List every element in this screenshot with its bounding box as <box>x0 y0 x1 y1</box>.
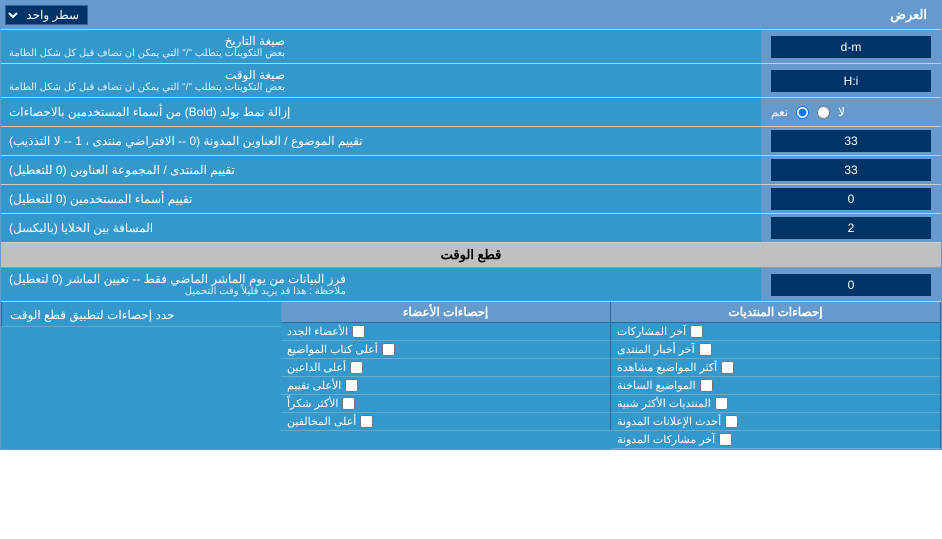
cut-input[interactable] <box>771 274 931 296</box>
list-item: الأعضاء الجدد <box>281 323 611 341</box>
checkbox-col1-3[interactable] <box>345 379 358 392</box>
users-order-row: تقييم أسماء المستخدمين (0 للتعطيل) <box>1 185 941 214</box>
radio-no-label: لا <box>838 105 845 119</box>
topics-order-label: تقييم الموضوع / العناوين المدونة (0 -- ا… <box>1 127 761 155</box>
stats-label-cell: حدد إحصاءات لتطبيق قطع الوقت <box>1 302 281 327</box>
forum-order-input-cell <box>761 156 941 184</box>
space-between-input[interactable] <box>771 217 931 239</box>
time-format-input[interactable] <box>771 70 931 92</box>
radio-yes[interactable] <box>796 106 809 119</box>
topics-order-input[interactable] <box>771 130 931 152</box>
topics-order-row: تقييم الموضوع / العناوين المدونة (0 -- ا… <box>1 127 941 156</box>
bold-remove-row: إزالة نمط بولد (Bold) من أسماء المستخدمي… <box>1 98 941 127</box>
space-between-label: المسافة بين الخلايا (بالبكسل) <box>1 214 761 242</box>
list-item: أكثر المواضيع مشاهدة <box>611 359 941 377</box>
space-between-input-cell <box>761 214 941 242</box>
checkbox-col0-5[interactable] <box>725 415 738 428</box>
checkbox-col0-6[interactable] <box>719 433 732 446</box>
radio-no[interactable] <box>817 106 830 119</box>
date-format-input-cell <box>761 30 941 63</box>
cut-label: فرز البيانات من يوم الماشر الماضي فقط --… <box>1 268 761 301</box>
radio-yes-label: نعم <box>771 105 788 119</box>
date-format-input[interactable] <box>771 36 931 58</box>
checkboxes-columns: إحصاءات المنتديات آخر المشاركات آخر أخبا… <box>281 302 941 449</box>
list-item: المواضيع الساخنة <box>611 377 941 395</box>
list-item: الأعلى تقييم <box>281 377 611 395</box>
checkboxes-area: حدد إحصاءات لتطبيق قطع الوقت إحصاءات الم… <box>1 302 941 449</box>
users-order-label: تقييم أسماء المستخدمين (0 للتعطيل) <box>1 185 761 213</box>
time-format-row: صيغة الوقت بعض التكوينات يتطلب "/" التي … <box>1 64 941 98</box>
bold-remove-label: إزالة نمط بولد (Bold) من أسماء المستخدمي… <box>1 98 761 126</box>
main-container: العرض سطر واحد سطرين صيغة التاريخ بعض ال… <box>0 0 942 450</box>
single-line-select[interactable]: سطر واحد سطرين <box>5 5 88 25</box>
checkbox-col0-4[interactable] <box>715 397 728 410</box>
list-item: أعلى الداعين <box>281 359 611 377</box>
date-format-label: صيغة التاريخ بعض التكوينات يتطلب "/" الت… <box>1 30 761 63</box>
cut-section-header: قطع الوقت <box>1 243 941 268</box>
topics-order-input-cell <box>761 127 941 155</box>
forum-order-input[interactable] <box>771 159 931 181</box>
checkbox-col1-1[interactable] <box>382 343 395 356</box>
list-item: المنتديات الأكثر شبية <box>611 395 941 413</box>
cut-input-cell <box>761 268 941 301</box>
list-item: أعلى المخالفين <box>281 413 611 431</box>
time-format-label: صيغة الوقت بعض التكوينات يتطلب "/" التي … <box>1 64 761 97</box>
checkbox-col-0: إحصاءات المنتديات آخر المشاركات آخر أخبا… <box>611 302 941 449</box>
list-item: آخر أخبار المنتدى <box>611 341 941 359</box>
list-item: آخر مشاركات المدونة <box>611 431 941 449</box>
stats-label: حدد إحصاءات لتطبيق قطع الوقت <box>10 308 175 322</box>
list-item: الأكثر شكراً <box>281 395 611 413</box>
cut-row: فرز البيانات من يوم الماشر الماضي فقط --… <box>1 268 941 302</box>
space-between-row: المسافة بين الخلايا (بالبكسل) <box>1 214 941 243</box>
checkbox-col1-4[interactable] <box>342 397 355 410</box>
page-title: العرض <box>94 7 937 23</box>
checkbox-col1-5[interactable] <box>360 415 373 428</box>
list-item: أحدث الإعلانات المدونة <box>611 413 941 431</box>
checkbox-col0-2[interactable] <box>721 361 734 374</box>
forum-order-label: تقييم المنتدى / المجموعة العناوين (0 للت… <box>1 156 761 184</box>
checkbox-col0-0[interactable] <box>690 325 703 338</box>
bold-remove-radio-cell: لا نعم <box>761 98 941 126</box>
header-row: العرض سطر واحد سطرين <box>1 1 941 30</box>
date-format-row: صيغة التاريخ بعض التكوينات يتطلب "/" الت… <box>1 30 941 64</box>
checkbox-col1-0[interactable] <box>352 325 365 338</box>
checkbox-col1-2[interactable] <box>350 361 363 374</box>
checkbox-col0-3[interactable] <box>700 379 713 392</box>
col-1-header: إحصاءات الأعضاء <box>281 302 611 323</box>
col-0-header: إحصاءات المنتديات <box>611 302 941 323</box>
list-item: أعلى كتاب المواضيع <box>281 341 611 359</box>
checkbox-col0-1[interactable] <box>699 343 712 356</box>
users-order-input-cell <box>761 185 941 213</box>
time-format-input-cell <box>761 64 941 97</box>
list-item: آخر المشاركات <box>611 323 941 341</box>
checkbox-col-1: إحصاءات الأعضاء الأعضاء الجدد أعلى كتاب … <box>281 302 611 449</box>
forum-order-row: تقييم المنتدى / المجموعة العناوين (0 للت… <box>1 156 941 185</box>
users-order-input[interactable] <box>771 188 931 210</box>
